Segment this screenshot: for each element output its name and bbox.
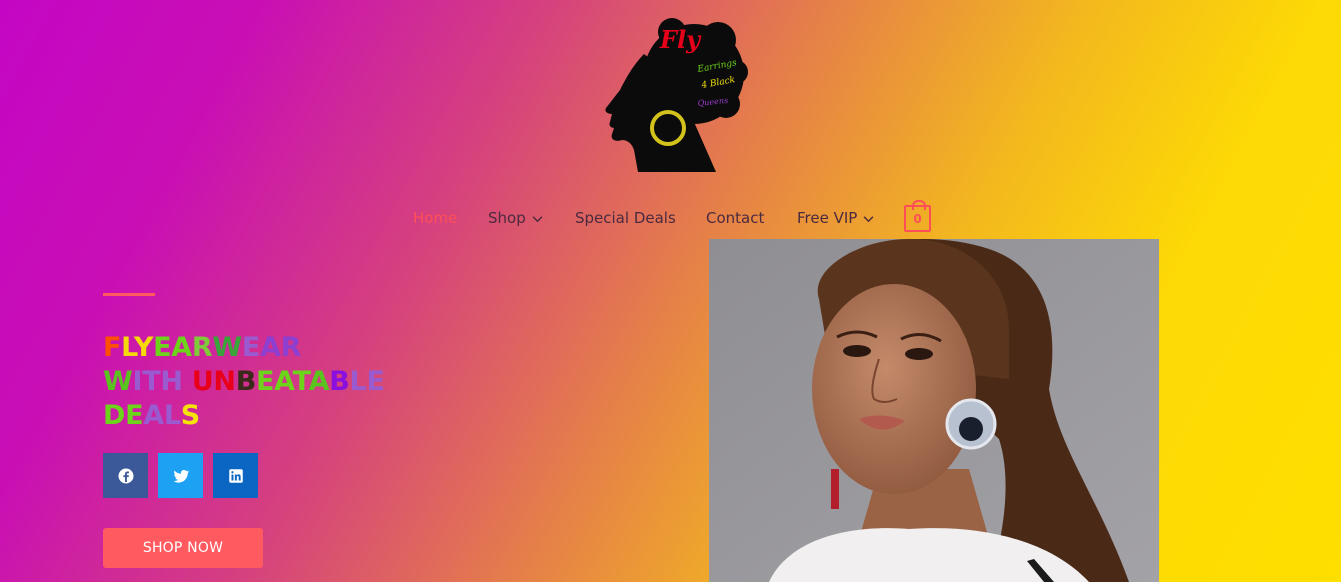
headline-letter: E (255, 366, 275, 397)
headline-letter: A (143, 400, 164, 431)
twitter-share-button[interactable] (158, 453, 203, 498)
main-nav: Home Shop Special Deals Contact Free VIP (0, 202, 1341, 234)
nav-item-label: Free VIP (797, 209, 858, 227)
svg-text:Fly: Fly (659, 25, 702, 54)
headline-line: WITH UNBEATABLE (103, 365, 433, 399)
shop-now-label: SHOP NOW (142, 540, 224, 556)
cart-button[interactable]: 0 (904, 200, 931, 232)
hero-model-image (709, 239, 1159, 582)
headline-line: FLYEARWEAR (103, 331, 433, 365)
shop-now-button[interactable]: SHOP NOW (103, 528, 263, 568)
headline-letter: R (280, 332, 302, 363)
site-logo[interactable]: Fly Earrings 4 Black Queens (598, 12, 748, 177)
headline-letter: R (191, 332, 213, 363)
headline-letter: W (212, 332, 242, 363)
linkedin-icon (228, 468, 243, 483)
headline-letter: T (142, 366, 161, 397)
nav-item-label: Home (413, 209, 458, 227)
chevron-down-icon (863, 215, 874, 222)
accent-line (103, 293, 155, 296)
headline-letter: A (308, 366, 330, 397)
headline-letter: A (171, 332, 192, 363)
headline-letter: H (160, 366, 183, 397)
headline-letter: S (180, 400, 200, 431)
model-portrait-image (709, 239, 1159, 582)
headline-letter: E (366, 366, 385, 397)
headline-letter: D (103, 400, 126, 431)
headline-letter: L (121, 332, 134, 363)
headline-letter: L (349, 366, 367, 397)
nav-item-label: Contact (706, 209, 765, 227)
nav-item-shop[interactable]: Shop (488, 209, 543, 227)
nav-item-home[interactable]: Home (413, 209, 457, 227)
chevron-down-icon (532, 215, 543, 222)
headline-letter: A (260, 332, 281, 363)
linkedin-share-button[interactable] (213, 453, 258, 498)
twitter-icon (173, 469, 189, 483)
headline-letter: U (191, 366, 214, 397)
nav-item-contact[interactable]: Contact (706, 209, 764, 227)
headline-letter: N (213, 366, 236, 397)
headline-letter: E (153, 332, 172, 363)
headline-letter: A (274, 366, 293, 397)
headline-letter: W (103, 366, 133, 397)
nav-item-label: Special Deals (575, 209, 676, 227)
nav-item-special-deals[interactable]: Special Deals (575, 209, 676, 227)
headline-line: DEALS (103, 399, 433, 433)
headline-letter: B (235, 366, 257, 397)
headline-letter: E (125, 400, 144, 431)
headline-letter: T (292, 366, 309, 397)
nav-item-label: Shop (488, 209, 526, 227)
headline-letter: I (132, 366, 143, 397)
headline-letter: F (103, 332, 122, 363)
headline-letter: L (163, 400, 181, 431)
cart-count: 0 (913, 211, 922, 226)
queen-silhouette-logo-icon: Fly Earrings 4 Black Queens (605, 18, 748, 172)
hero-headline: FLYEARWEAR WITH UNBEATABLE DEALS (103, 331, 433, 433)
headline-letter: E (241, 332, 261, 363)
headline-letter: Y (133, 332, 154, 363)
headline-letter: B (329, 366, 350, 397)
nav-item-free-vip[interactable]: Free VIP (797, 209, 874, 227)
headline-letter (183, 366, 192, 397)
facebook-icon (118, 468, 133, 483)
facebook-share-button[interactable] (103, 453, 148, 498)
